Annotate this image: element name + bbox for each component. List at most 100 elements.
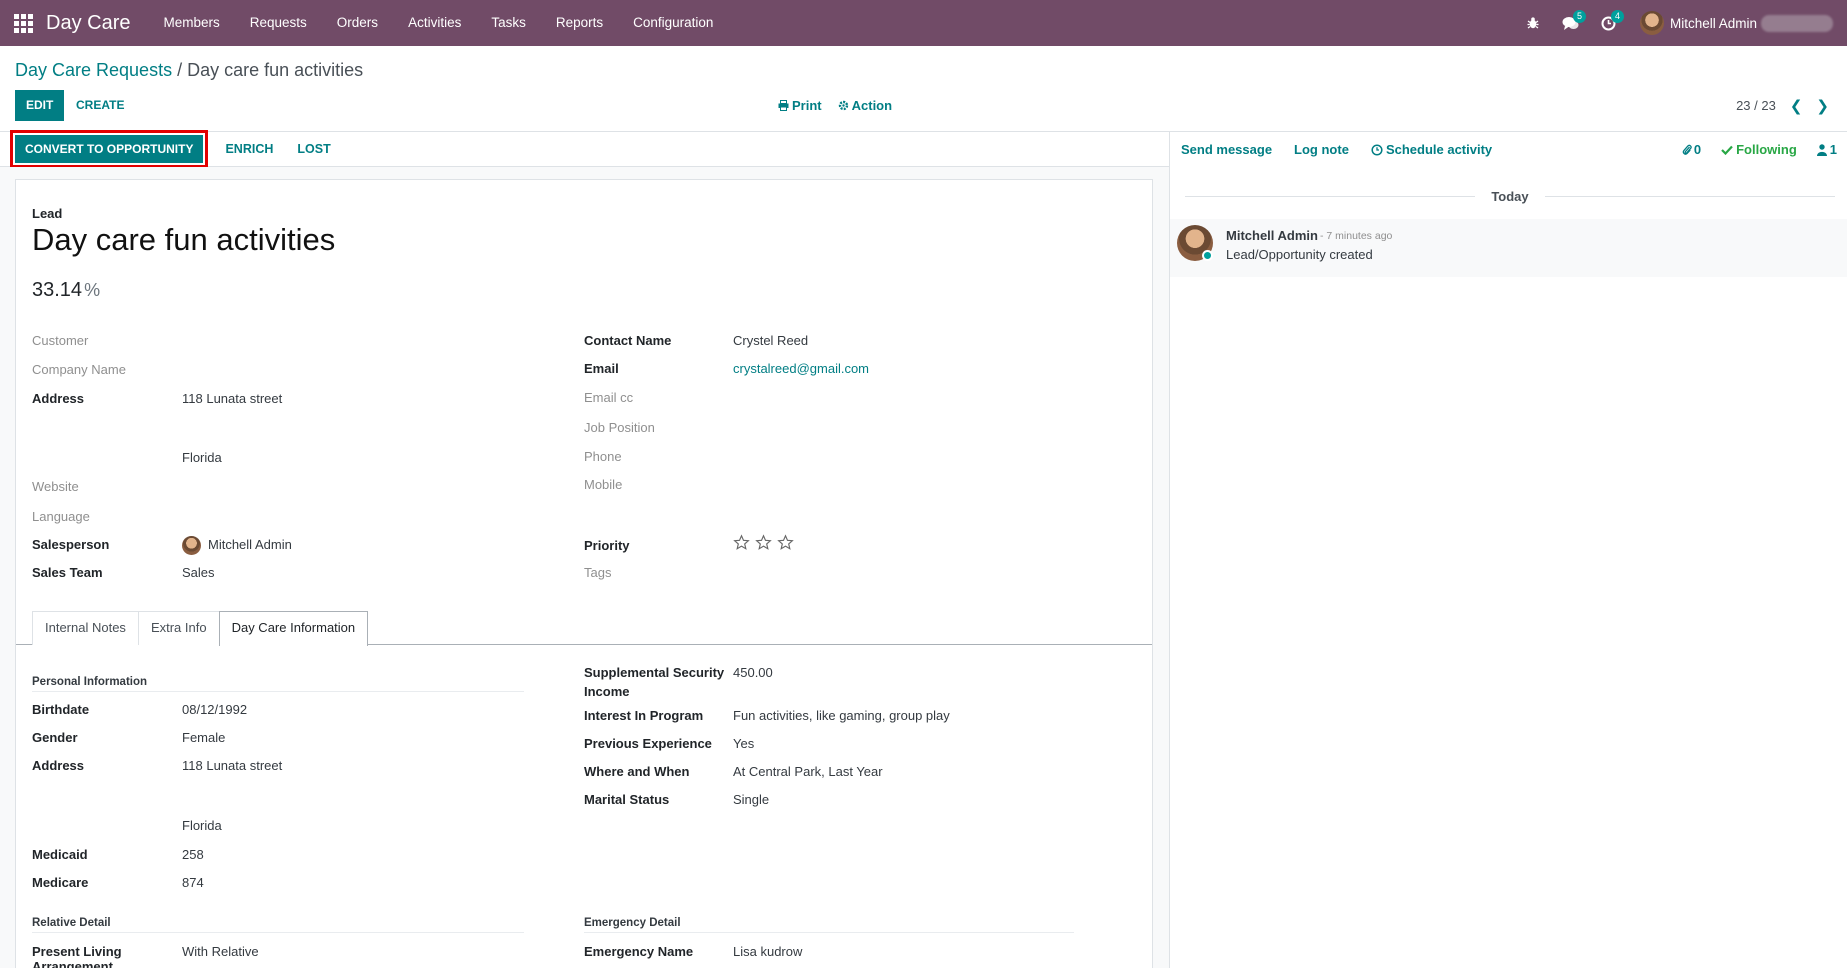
birthdate-label: Birthdate — [32, 702, 90, 717]
experience-value: Yes — [733, 736, 755, 751]
edit-button[interactable]: EDIT — [15, 90, 65, 121]
schedule-activity-button[interactable]: Schedule activity — [1371, 142, 1492, 157]
sales-team-label: Sales Team — [32, 565, 103, 580]
menu-members[interactable]: Members — [148, 0, 234, 46]
attachments-button[interactable]: 0 — [1682, 142, 1701, 157]
user-icon — [1816, 143, 1827, 156]
address-label: Address — [32, 391, 85, 406]
chevron-right-icon[interactable]: ❯ — [1816, 97, 1829, 115]
sales-team-value: Sales — [182, 565, 215, 580]
star-icon[interactable] — [777, 534, 794, 551]
convert-to-opportunity-button[interactable]: CONVERT TO OPPORTUNITY — [9, 130, 209, 168]
lost-button[interactable]: LOST — [285, 142, 342, 156]
ssi-value: 450.00 — [733, 665, 773, 680]
log-note-button[interactable]: Log note — [1294, 142, 1349, 157]
messages-badge: 5 — [1572, 10, 1586, 23]
interest-label: Interest In Program — [584, 708, 704, 723]
dc-address-label: Address — [32, 758, 85, 773]
section-divider — [32, 691, 524, 692]
date-separator-label: Today — [1491, 189, 1529, 204]
user-menu[interactable]: Mitchell Admin — [1639, 11, 1847, 35]
customer-label: Customer — [32, 333, 89, 348]
probability-value: 33.14 — [32, 279, 83, 301]
print-label: Print — [792, 98, 822, 113]
salesperson-label: Salesperson — [32, 537, 110, 552]
probability-unit: % — [84, 280, 101, 300]
menu-orders[interactable]: Orders — [322, 0, 393, 46]
action-menu[interactable]: Action — [838, 98, 892, 113]
control-panel: Day Care Requests / Day care fun activit… — [0, 46, 1847, 132]
tab-internal-notes[interactable]: Internal Notes — [32, 611, 139, 645]
priority-label: Priority — [584, 538, 630, 553]
section-divider — [584, 932, 1074, 933]
attachments-count: 0 — [1693, 142, 1702, 157]
following-button[interactable]: Following — [1721, 142, 1797, 157]
language-label: Language — [32, 509, 90, 524]
create-button[interactable]: CREATE — [76, 90, 124, 121]
tab-extra-info[interactable]: Extra Info — [137, 611, 220, 645]
chevron-left-icon[interactable]: ❮ — [1790, 97, 1803, 115]
dc-address-state: Florida — [182, 818, 222, 833]
paperclip-icon — [1682, 144, 1692, 155]
activities-badge: 4 — [1610, 10, 1624, 23]
address-state: Florida — [182, 450, 222, 465]
salesperson-value: Mitchell Admin — [208, 537, 292, 552]
debug-bug-icon[interactable] — [1514, 0, 1552, 46]
messages-icon[interactable]: 5 — [1552, 0, 1590, 46]
app-brand[interactable]: Day Care — [46, 12, 130, 35]
action-menus: Print Action — [778, 90, 908, 121]
print-menu[interactable]: Print — [778, 98, 822, 113]
medicare-value: 874 — [182, 875, 204, 890]
apps-menu-icon[interactable] — [0, 0, 46, 46]
email-link[interactable]: crystalreed@gmail.com — [733, 361, 869, 376]
gender-value: Female — [182, 730, 226, 745]
print-icon — [778, 100, 789, 111]
tab-day-care-information[interactable]: Day Care Information — [218, 611, 369, 646]
birthdate-value: 08/12/1992 — [182, 702, 248, 717]
website-label: Website — [32, 479, 79, 494]
pager: 23 / 23 ❮ ❯ — [1736, 90, 1829, 121]
where-when-label: Where and When — [584, 764, 690, 779]
marital-status-label: Marital Status — [584, 792, 670, 807]
contact-name-value: Crystel Reed — [733, 333, 809, 348]
send-message-button[interactable]: Send message — [1181, 142, 1272, 157]
breadcrumb-parent[interactable]: Day Care Requests — [15, 60, 172, 80]
lead-title: Day care fun activities — [32, 222, 336, 257]
schedule-activity-label: Schedule activity — [1385, 142, 1493, 157]
medicare-label: Medicare — [32, 875, 89, 890]
where-when-value: At Central Park, Last Year — [733, 764, 883, 779]
menu-activities[interactable]: Activities — [393, 0, 476, 46]
marital-status-value: Single — [733, 792, 770, 807]
activities-clock-icon[interactable]: 4 — [1590, 0, 1628, 46]
message-author[interactable]: Mitchell Admin — [1226, 228, 1318, 243]
chatter-followers: 0 Following 1 — [1662, 132, 1837, 167]
email-label: Email — [584, 361, 619, 376]
salesperson-avatar — [182, 536, 201, 555]
star-icon[interactable] — [755, 534, 772, 551]
star-icon[interactable] — [733, 534, 750, 551]
gear-icon — [838, 100, 848, 111]
relative-detail-title: Relative Detail — [32, 917, 111, 929]
pager-value[interactable]: 23 / 23 — [1736, 98, 1776, 113]
systray: 5 4 Mitchell Admin — [1514, 0, 1847, 46]
medicaid-label: Medicaid — [32, 847, 88, 862]
menu-requests[interactable]: Requests — [235, 0, 322, 46]
followers-button[interactable]: 1 — [1816, 142, 1837, 157]
action-label: Action — [851, 98, 893, 113]
enrich-button[interactable]: ENRICH — [213, 142, 285, 156]
breadcrumb-current: Day care fun activities — [187, 60, 364, 80]
menu-configuration[interactable]: Configuration — [618, 0, 728, 46]
priority-stars — [733, 534, 799, 551]
message-time: - 7 minutes ago — [1320, 230, 1393, 242]
interest-value: Fun activities, like gaming, group play — [733, 708, 950, 723]
probability: 33.14% — [32, 279, 100, 302]
emergency-name-label: Emergency Name — [584, 944, 694, 959]
user-name: Mitchell Admin — [1669, 15, 1757, 31]
menu-reports[interactable]: Reports — [541, 0, 618, 46]
menu-tasks[interactable]: Tasks — [476, 0, 541, 46]
clock-icon — [1371, 143, 1383, 156]
phone-label: Phone — [584, 449, 622, 464]
present-living-value: With Relative — [182, 944, 259, 959]
followers-count: 1 — [1829, 142, 1837, 157]
emergency-name-value: Lisa kudrow — [733, 944, 803, 959]
